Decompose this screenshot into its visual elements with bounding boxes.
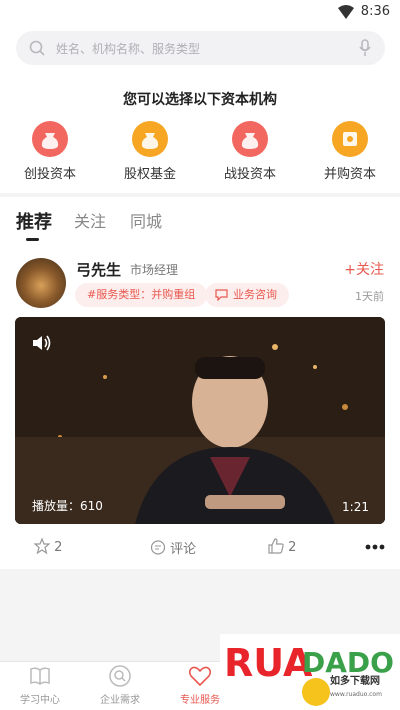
tab-local[interactable]: 同城 xyxy=(130,208,162,232)
book-icon xyxy=(28,664,52,688)
comment-label: 评论 xyxy=(170,542,197,557)
tab-label: 学习中心 xyxy=(20,695,60,706)
ruanduo-logo: RUA DADO 如多下载网 www.ruaduo.com xyxy=(224,641,394,706)
tab-learning-center[interactable]: 学习中心 xyxy=(0,664,80,706)
money-box-icon xyxy=(332,121,368,157)
author-name[interactable]: 弓先生 xyxy=(76,259,121,280)
like-count: 2 xyxy=(288,540,297,555)
category-equity-fund[interactable]: 股权基金 xyxy=(110,121,190,182)
service-type-tag[interactable]: #服务类型：并购重组 xyxy=(75,283,208,307)
like-button[interactable]: 2 xyxy=(268,538,296,555)
heart-icon xyxy=(188,664,212,688)
category-label: 并购资本 xyxy=(323,167,376,182)
category-label: 战投资本 xyxy=(223,167,276,182)
category-label: 股权基金 xyxy=(123,167,176,182)
tab-recommend[interactable]: 推荐 xyxy=(16,208,52,234)
category-label: 创投资本 xyxy=(23,167,76,182)
status-bar: 8:36 xyxy=(0,0,400,26)
favorite-button[interactable]: 2 xyxy=(33,537,63,555)
author-role: 市场经理 xyxy=(130,263,179,277)
video-frame xyxy=(15,317,385,524)
svg-text:DADO: DADO xyxy=(302,646,394,679)
search-input[interactable]: 姓名、机构名称、服务类型 xyxy=(56,40,200,57)
consult-label: 业务咨询 xyxy=(233,288,277,301)
status-time: 8:36 xyxy=(360,4,390,19)
view-count: 播放量：610 xyxy=(32,499,103,513)
search-icon xyxy=(29,40,45,56)
microphone-icon[interactable] xyxy=(359,39,371,57)
volume-icon[interactable] xyxy=(32,334,52,352)
svg-text:如多下载网: 如多下载网 xyxy=(330,674,380,687)
tab-following[interactable]: 关注 xyxy=(74,208,106,232)
video-player[interactable]: 播放量：610 1:21 xyxy=(15,317,385,524)
svg-text:RUA: RUA xyxy=(224,641,313,685)
favorite-count: 2 xyxy=(54,540,63,555)
money-bag-icon xyxy=(132,121,168,157)
post-time: 1天前 xyxy=(355,290,384,303)
comment-icon xyxy=(150,540,166,555)
watermark-logo: RUA DADO 如多下载网 www.ruaduo.com xyxy=(220,634,400,710)
thumbs-up-icon xyxy=(268,538,284,554)
money-bag-icon xyxy=(232,121,268,157)
comment-button[interactable]: 评论 xyxy=(150,538,196,557)
category-strategic[interactable]: 战投资本 xyxy=(210,121,290,182)
consult-tag[interactable]: 业务咨询 xyxy=(205,283,289,307)
svg-text:www.ruaduo.com: www.ruaduo.com xyxy=(330,691,382,698)
tab-indicator xyxy=(26,238,39,241)
follow-button[interactable]: +关注 xyxy=(344,259,384,279)
star-icon xyxy=(33,537,51,555)
section-title: 您可以选择以下资本机构 xyxy=(123,92,277,108)
more-icon[interactable] xyxy=(365,544,385,550)
search-bar[interactable]: 姓名、机构名称、服务类型 xyxy=(16,31,385,65)
chat-icon xyxy=(215,289,228,301)
tab-enterprise-demand[interactable]: 企业需求 xyxy=(80,664,160,706)
tab-label: 企业需求 xyxy=(100,695,140,706)
avatar[interactable] xyxy=(16,258,66,308)
video-duration: 1:21 xyxy=(342,500,369,514)
category-merger[interactable]: 并购资本 xyxy=(310,121,390,182)
money-bag-icon xyxy=(32,121,68,157)
tab-label: 专业服务 xyxy=(180,695,220,706)
wifi-icon xyxy=(338,5,354,19)
category-venture[interactable]: 创投资本 xyxy=(10,121,90,182)
search-doc-icon xyxy=(108,664,132,688)
